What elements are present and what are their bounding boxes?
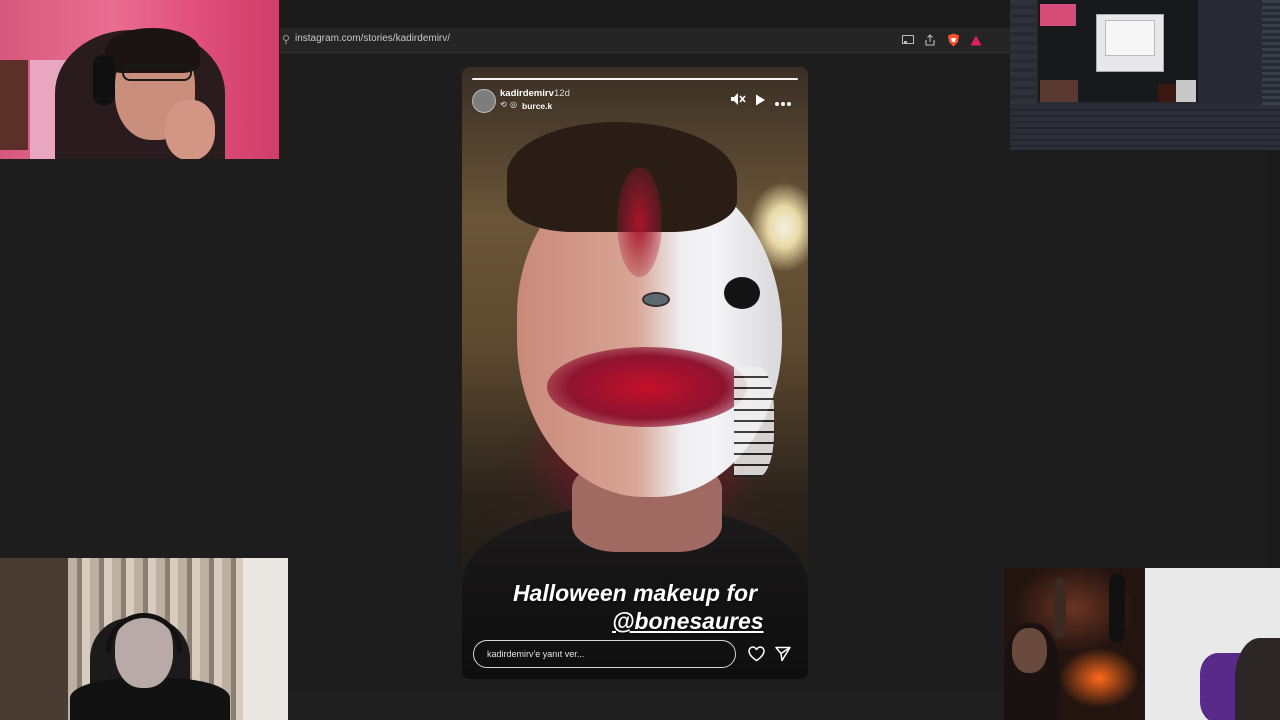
glasses [122,65,192,81]
guitar [1109,573,1125,643]
webcam-person-hand [165,100,215,159]
guitar [1054,578,1066,638]
story-photo-teeth [734,367,774,477]
obs-docks [1010,105,1280,150]
story-photo-makeup [547,347,747,427]
more-options-icon[interactable] [774,95,792,106]
site-info-icon[interactable]: ⚲ [282,34,292,46]
address-bar[interactable]: ⚲ instagram.com/stories/kadirdemirv/ [280,28,1010,53]
story-mention[interactable]: @bonesaures [612,608,764,635]
obs-dialog [1105,20,1155,56]
story-photo-eye [642,292,670,307]
story-photo-makeup [617,167,662,277]
webcam-overlay-guest [0,558,288,720]
music-icon: ◎ [510,100,517,109]
webcam-overlay-streamer [0,0,279,159]
speaker-muted-icon[interactable] [730,92,746,106]
webcam-background [243,558,288,720]
story-caption: Halloween makeup for [512,580,758,606]
browser-tab-strip [280,0,1010,29]
obs-preview-source [1040,80,1078,102]
url-text[interactable]: instagram.com/stories/kadirdemirv/ [295,33,450,44]
obs-panel [1262,0,1280,105]
brave-rewards-icon[interactable] [968,32,984,48]
side-panel [1266,150,1280,568]
story-audio-user[interactable]: burce.k [522,101,552,111]
reply-input[interactable]: kadirdemirv'e yanıt ver... [473,640,736,668]
webcam-person [1235,638,1280,720]
webcam-overlay-guest [1004,568,1144,720]
play-icon[interactable] [753,93,767,107]
story-timestamp: 12d [554,88,570,99]
story-photo-eye [724,277,760,309]
story-progress-bar [472,78,798,80]
obs-preview-source [1176,80,1196,102]
obs-panel [1010,0,1036,105]
obs-preview-source [1158,84,1176,102]
avatar[interactable] [472,89,496,113]
send-icon[interactable] [775,646,791,662]
repost-icon: ⟲ [500,100,507,109]
bottom-bar [288,692,1004,720]
obs-window-thumbnail [1010,0,1280,150]
webcam-background [0,60,28,150]
webcam-overlay-guest [1145,568,1280,720]
share-icon[interactable] [922,32,938,48]
cast-icon[interactable] [900,32,916,48]
headphones [93,55,115,105]
obs-preview-source [1040,4,1076,26]
brave-shields-icon[interactable] [945,32,961,48]
story-viewer[interactable]: kadirdemirv 12d ⟲ ◎ burce.k Halloween ma… [462,67,808,679]
reply-placeholder: kadirdemirv'e yanıt ver... [487,649,585,659]
heart-icon[interactable] [748,646,765,662]
webcam-person-face [1012,628,1047,673]
story-username[interactable]: kadirdemirv [500,88,554,99]
